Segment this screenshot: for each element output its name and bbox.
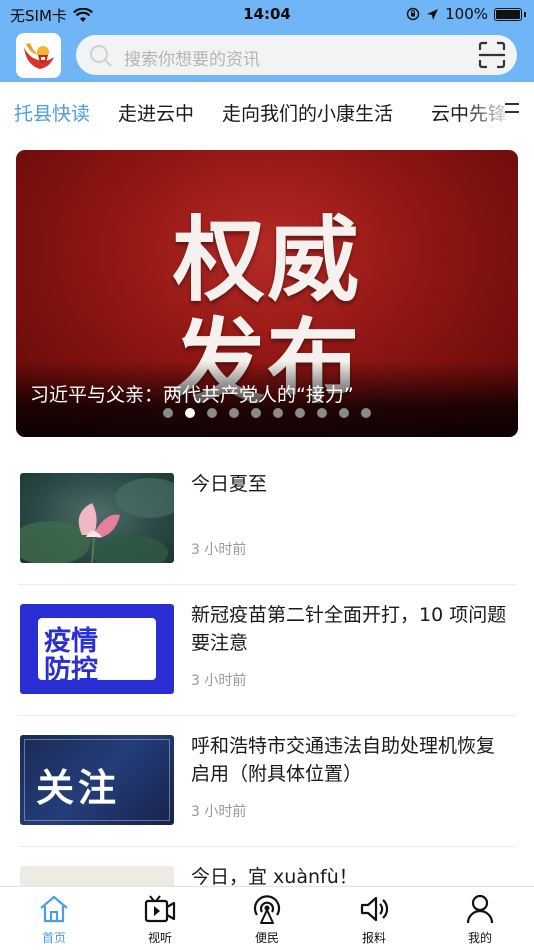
tab-video[interactable]: 视听 [120, 893, 200, 946]
broadcast-icon [253, 895, 281, 924]
banner-carousel[interactable]: 权威 发布 习近平与父亲：两代共产党人的“接力” [16, 150, 518, 437]
news-time: 3 小时前 [191, 804, 247, 820]
tab-report-label: 报料 [361, 931, 386, 945]
banner-caption: 习近平与父亲：两代共产党人的“接力” [30, 384, 354, 406]
carousel-dot[interactable] [251, 408, 261, 418]
carousel-dot[interactable] [207, 408, 217, 418]
carousel-dot[interactable] [317, 408, 327, 418]
carousel-dot-active[interactable] [185, 408, 195, 418]
battery-percent: 100% [445, 5, 488, 23]
location-arrow-icon [427, 8, 439, 20]
channel-menu-icon[interactable] [504, 101, 520, 115]
speaker-icon [360, 896, 389, 922]
carousel-dot[interactable] [295, 408, 305, 418]
battery-icon [494, 7, 522, 21]
person-icon [466, 894, 494, 924]
thumb-text: 关注 [36, 766, 121, 810]
status-right: 100% [406, 5, 526, 23]
news-time: 3 小时前 [191, 542, 247, 558]
news-title: 今日夏至 [191, 473, 268, 495]
orientation-lock-icon [406, 7, 420, 21]
lotus-image [20, 478, 174, 563]
news-thumbnail-attention: 关注 [20, 735, 174, 825]
channel-tab-yunzhong[interactable]: 走进云中 [118, 99, 194, 126]
tab-services[interactable]: 便民 [227, 893, 307, 946]
battery-tip [524, 11, 526, 17]
search-placeholder: 搜索你想要的资讯 [124, 50, 260, 70]
news-thumbnail-epidemic: 疫情 防控 [20, 604, 174, 694]
tab-report[interactable]: 报料 [334, 893, 414, 946]
app-logo[interactable] [16, 33, 61, 78]
video-icon [144, 895, 176, 923]
news-thumbnail-lotus [20, 473, 174, 563]
channel-fade [464, 82, 534, 140]
thumb-text-2: 防控 [44, 655, 98, 686]
tab-services-label: 便民 [254, 931, 279, 945]
search-bar[interactable]: 搜索你想要的资讯 [76, 35, 517, 75]
app-screen: 无SIM卡 14:04 100% 搜索你想要的资讯 托县快读 走进云中 走向我们… [0, 0, 534, 950]
news-item[interactable]: 关注 呼和浩特市交通违法自助处理机恢复启用（附具体位置） 3 小时前 [18, 716, 516, 847]
news-title: 呼和浩特市交通违法自助处理机恢复启用（附具体位置） [191, 735, 496, 785]
carousel-dot[interactable] [361, 408, 371, 418]
tab-profile[interactable]: 我的 [440, 893, 520, 946]
news-time: 3 小时前 [191, 673, 247, 689]
tab-home[interactable]: 首页 [14, 893, 94, 946]
channel-tabs: 托县快读 走进云中 走向我们的小康生活 云中先锋 [0, 82, 534, 140]
scan-icon[interactable] [477, 41, 507, 69]
logo-icon [24, 43, 54, 69]
search-icon [90, 45, 112, 67]
bottom-tab-bar: 首页 视听 便民 报料 我的 [0, 886, 534, 950]
carousel-dot[interactable] [163, 408, 173, 418]
news-title: 新冠疫苗第二针全面开打，10 项问题要注意 [191, 604, 507, 654]
tab-video-label: 视听 [147, 931, 172, 945]
status-bar: 无SIM卡 14:04 100% [0, 0, 534, 28]
carousel-dot[interactable] [339, 408, 349, 418]
channel-tab-tuoxian[interactable]: 托县快读 [14, 99, 90, 126]
carousel-dot[interactable] [273, 408, 283, 418]
tab-profile-label: 我的 [467, 931, 492, 945]
news-item[interactable]: 今日夏至 3 小时前 [18, 454, 516, 585]
tab-home-label: 首页 [41, 931, 66, 945]
news-item[interactable]: 疫情 防控 新冠疫苗第二针全面开打，10 项问题要注意 3 小时前 [18, 585, 516, 716]
top-header: 搜索你想要的资讯 [0, 28, 534, 82]
home-icon [40, 895, 68, 923]
channel-tab-xiaokang[interactable]: 走向我们的小康生活 [222, 99, 393, 126]
carousel-dots [16, 408, 518, 418]
carousel-dot[interactable] [229, 408, 239, 418]
